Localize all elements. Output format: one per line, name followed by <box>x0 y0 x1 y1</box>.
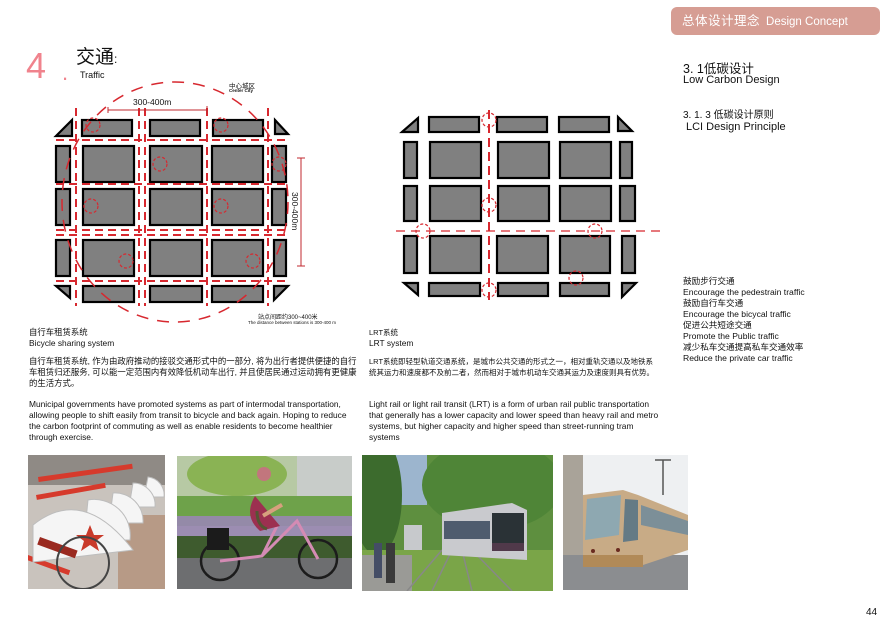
block <box>428 140 483 180</box>
chapter-colon: : <box>114 52 118 66</box>
subsection-title-zh: 3. 1. 3 低碳设计原则 <box>683 110 774 121</box>
center-city-label-en: Center City <box>229 88 254 93</box>
block <box>210 238 265 278</box>
principles-list: 鼓励步行交通 Encourage the pedestrain traffic … <box>683 276 805 364</box>
lrt-heading-zh: LRT系统 <box>369 328 399 337</box>
chapter-title-zh-text: 交通 <box>76 47 115 68</box>
design-concept-badge: 总体设计理念 Design Concept <box>671 7 880 35</box>
bicycle-station-map <box>53 81 305 323</box>
badge-title-zh: 总体设计理念 <box>682 14 761 28</box>
block <box>402 184 419 223</box>
bike-paragraph-en: Municipal governments have promoted syst… <box>29 399 347 442</box>
principle-item: 鼓励步行交通 <box>683 276 735 286</box>
block <box>620 281 639 300</box>
block <box>401 281 420 298</box>
principle-item: Encourage the bicycal traffic <box>683 309 791 319</box>
chapter-number: 4 <box>26 45 47 86</box>
block <box>496 140 551 180</box>
block <box>54 238 72 278</box>
block <box>557 115 611 134</box>
principle-item: 减少私车交通提高私车交通效率 <box>683 342 804 352</box>
horizontal-dimension-label: 300-400m <box>133 97 172 107</box>
station-distance-label-en: The distance between stations is 300-400… <box>248 320 337 325</box>
badge-title-en: Design Concept <box>766 16 848 28</box>
principle-item: Promote the Public traffic <box>683 331 779 341</box>
bike-heading-en: Bicycle sharing system <box>29 338 115 348</box>
bike-share-dock-photo <box>28 455 165 589</box>
block <box>427 281 482 298</box>
lrt-route-map <box>396 110 660 300</box>
block <box>558 184 613 223</box>
city-blocks <box>399 114 639 300</box>
block <box>616 114 635 133</box>
block <box>402 140 419 180</box>
block <box>399 115 420 134</box>
vertical-dimension-label: 300-400m <box>290 192 300 231</box>
cyclist-photo <box>177 456 352 589</box>
block <box>427 115 481 134</box>
block <box>495 234 550 275</box>
block <box>81 238 136 278</box>
block <box>210 187 265 227</box>
block <box>618 184 637 223</box>
block <box>148 118 202 138</box>
block <box>558 281 611 298</box>
block <box>495 115 549 134</box>
principle-item: 促进公共短途交通 <box>683 320 752 330</box>
bike-heading-zh: 自行车租赁系统 <box>29 327 88 337</box>
block <box>53 284 72 301</box>
block <box>210 144 265 184</box>
block <box>496 184 551 223</box>
principle-item: 鼓励自行车交通 <box>683 298 744 308</box>
block <box>558 234 612 275</box>
city-blocks <box>53 117 291 304</box>
page-number: 44 <box>866 607 878 618</box>
block <box>81 144 136 184</box>
block <box>402 234 419 275</box>
block <box>496 281 550 298</box>
lrt-heading-en: LRT system <box>369 338 414 348</box>
block <box>428 234 483 275</box>
lrt-gold-tram-photo <box>563 455 688 590</box>
block <box>54 187 72 227</box>
principle-item: Encourage the pedestrain traffic <box>683 287 805 297</box>
block <box>148 238 204 278</box>
principle-item: Reduce the private car traffic <box>683 353 793 363</box>
block <box>428 184 483 223</box>
lrt-paragraph-zh: LRT系统即轻型轨道交通系统，是城市公共交通的形式之一，相对重轨交通以及地铁系统… <box>369 357 654 377</box>
block <box>148 187 204 227</box>
section-title-en: Low Carbon Design <box>683 74 780 86</box>
block <box>618 140 634 180</box>
block <box>210 284 265 304</box>
block <box>148 144 204 184</box>
block <box>272 284 291 303</box>
block <box>211 118 265 138</box>
block <box>620 234 637 275</box>
block <box>148 284 204 304</box>
chapter-title-en: Traffic <box>80 70 105 80</box>
bike-paragraph-zh: 自行车租赁系统, 作为由政府推动的接驳交通形式中的一部分, 将为出行者提供便捷的… <box>29 356 357 388</box>
block <box>270 144 288 184</box>
block <box>53 117 74 138</box>
block <box>270 187 288 227</box>
block <box>81 187 136 227</box>
block <box>558 140 613 180</box>
block <box>273 117 291 136</box>
subsection-title-en: LCI Design Principle <box>686 121 786 133</box>
chapter-title-zh: 交通: <box>76 48 117 67</box>
lrt-paragraph-en: Light rail or light rail transit (LRT) i… <box>369 399 659 442</box>
lrt-grass-track-photo <box>362 455 553 591</box>
